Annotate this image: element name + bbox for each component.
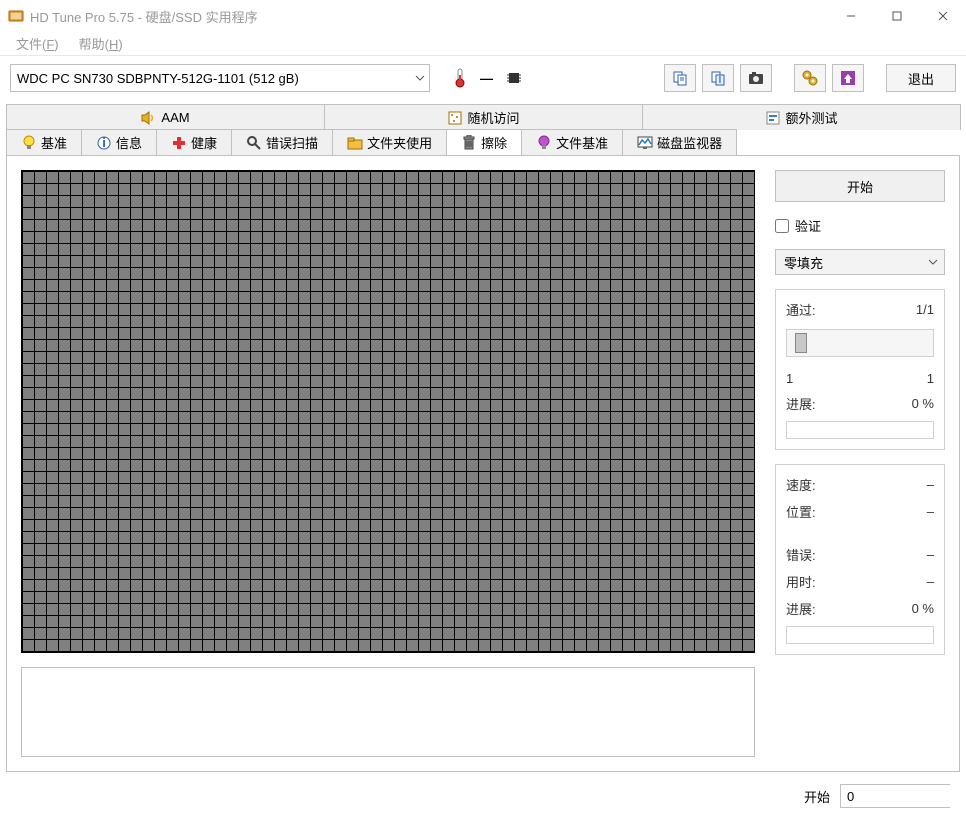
window-title: HD Tune Pro 5.75 - 硬盘/SSD 实用程序 bbox=[30, 7, 828, 26]
folder-icon bbox=[347, 135, 363, 151]
thermometer-icon bbox=[452, 67, 468, 89]
screenshot-button[interactable] bbox=[740, 64, 772, 92]
tab-label: 磁盘监视器 bbox=[657, 133, 722, 152]
settings-button[interactable] bbox=[794, 64, 826, 92]
fill-mode-select[interactable]: 零填充 bbox=[775, 249, 945, 275]
footer: 开始 ▲ ▼ bbox=[0, 778, 966, 814]
maximize-button[interactable] bbox=[874, 0, 920, 32]
trash-icon bbox=[461, 135, 477, 151]
svg-text:i: i bbox=[719, 71, 722, 86]
menu-file[interactable]: 文件(F) bbox=[6, 32, 69, 55]
temperature-value: — bbox=[474, 71, 499, 86]
slider-thumb[interactable] bbox=[795, 333, 807, 353]
title-bar: HD Tune Pro 5.75 - 硬盘/SSD 实用程序 bbox=[0, 0, 966, 32]
tab-label: 健康 bbox=[191, 133, 217, 152]
tab-aam[interactable]: AAM bbox=[6, 104, 325, 130]
tab-folder-usage[interactable]: 文件夹使用 bbox=[332, 129, 447, 155]
tab-file-benchmark[interactable]: 文件基准 bbox=[521, 129, 623, 155]
chevron-down-icon bbox=[928, 259, 938, 265]
tab-label: 文件夹使用 bbox=[367, 133, 432, 152]
tab-health[interactable]: 健康 bbox=[156, 129, 232, 155]
pass-slider[interactable] bbox=[786, 329, 934, 357]
copy-info-button[interactable]: i bbox=[702, 64, 734, 92]
magnifier-icon bbox=[246, 135, 262, 151]
tab-erase[interactable]: 擦除 bbox=[446, 129, 522, 155]
verify-checkbox[interactable] bbox=[775, 219, 789, 233]
tab-random-access[interactable]: 随机访问 bbox=[324, 104, 643, 130]
exit-button[interactable]: 退出 bbox=[886, 64, 956, 92]
range-to: 1 bbox=[927, 371, 934, 386]
save-button[interactable] bbox=[832, 64, 864, 92]
lightbulb-icon bbox=[21, 135, 37, 151]
verify-label: 验证 bbox=[795, 216, 821, 235]
speaker-icon bbox=[141, 110, 157, 126]
tab-label: 擦除 bbox=[481, 133, 507, 152]
tab-error-scan[interactable]: 错误扫描 bbox=[231, 129, 333, 155]
tab-label: 错误扫描 bbox=[266, 133, 318, 152]
progress-bar-1 bbox=[786, 421, 934, 439]
fill-mode-value: 零填充 bbox=[784, 253, 823, 272]
log-output bbox=[21, 667, 755, 757]
error-value: – bbox=[927, 547, 934, 562]
progress-label: 进展: bbox=[786, 394, 816, 413]
minimize-button[interactable] bbox=[828, 0, 874, 32]
chevron-down-icon bbox=[415, 75, 425, 81]
progress2-value: 0 % bbox=[912, 601, 934, 616]
file-bench-icon bbox=[536, 135, 552, 151]
verify-checkbox-row[interactable]: 验证 bbox=[775, 216, 945, 235]
start-offset-label: 开始 bbox=[804, 787, 830, 806]
tab-disk-monitor[interactable]: 磁盘监视器 bbox=[622, 129, 737, 155]
start-button[interactable]: 开始 bbox=[775, 170, 945, 202]
tab-label: 随机访问 bbox=[467, 108, 519, 127]
pass-value: 1/1 bbox=[916, 302, 934, 317]
close-button[interactable] bbox=[920, 0, 966, 32]
menu-help[interactable]: 帮助(H) bbox=[69, 32, 133, 55]
copy-text-button[interactable] bbox=[664, 64, 696, 92]
speed-label: 速度: bbox=[786, 475, 816, 494]
block-map bbox=[21, 170, 755, 653]
svg-text:i: i bbox=[102, 136, 106, 150]
tab-label: AAM bbox=[161, 110, 189, 125]
app-icon bbox=[8, 8, 24, 24]
elapsed-label: 用时: bbox=[786, 572, 816, 591]
random-icon bbox=[447, 110, 463, 126]
tab-label: 文件基准 bbox=[556, 133, 608, 152]
tabs: AAM 随机访问 额外测试 基准 i 信息 健康 错误扫描 文件夹使 bbox=[6, 104, 960, 155]
pass-label: 通过: bbox=[786, 300, 816, 319]
drive-select[interactable]: WDC PC SN730 SDBPNTY-512G-1101 (512 gB) bbox=[10, 64, 430, 92]
toolbar: WDC PC SN730 SDBPNTY-512G-1101 (512 gB) … bbox=[0, 56, 966, 100]
elapsed-value: – bbox=[927, 574, 934, 589]
tab-extra-tests[interactable]: 额外测试 bbox=[642, 104, 961, 130]
menu-bar: 文件(F) 帮助(H) bbox=[0, 32, 966, 56]
chip-icon bbox=[505, 69, 523, 87]
tab-label: 额外测试 bbox=[785, 108, 837, 127]
tab-info[interactable]: i 信息 bbox=[81, 129, 157, 155]
progress2-label: 进展: bbox=[786, 599, 816, 618]
info-icon: i bbox=[96, 135, 112, 151]
progress-value: 0 % bbox=[912, 396, 934, 411]
health-icon bbox=[171, 135, 187, 151]
range-from: 1 bbox=[786, 371, 793, 386]
position-value: – bbox=[927, 504, 934, 519]
position-label: 位置: bbox=[786, 502, 816, 521]
progress-bar-2 bbox=[786, 626, 934, 644]
tab-label: 信息 bbox=[116, 133, 142, 152]
start-offset-input[interactable] bbox=[841, 785, 966, 807]
tab-benchmark[interactable]: 基准 bbox=[6, 129, 82, 155]
erase-panel: 开始 验证 零填充 通过: 1/1 1 1 进展: 0 % bbox=[6, 155, 960, 772]
start-offset-spinner[interactable]: ▲ ▼ bbox=[840, 784, 950, 808]
tab-label: 基准 bbox=[41, 133, 67, 152]
exit-button-label: 退出 bbox=[908, 69, 934, 88]
error-label: 错误: bbox=[786, 545, 816, 564]
extra-test-icon bbox=[765, 110, 781, 126]
pass-group: 通过: 1/1 1 1 进展: 0 % bbox=[775, 289, 945, 450]
speed-value: – bbox=[927, 477, 934, 492]
stats-group: 速度: – 位置: – 错误: – 用时: – 进展: 0 % bbox=[775, 464, 945, 655]
monitor-icon bbox=[637, 135, 653, 151]
drive-select-value: WDC PC SN730 SDBPNTY-512G-1101 (512 gB) bbox=[17, 71, 299, 86]
start-button-label: 开始 bbox=[847, 177, 873, 196]
